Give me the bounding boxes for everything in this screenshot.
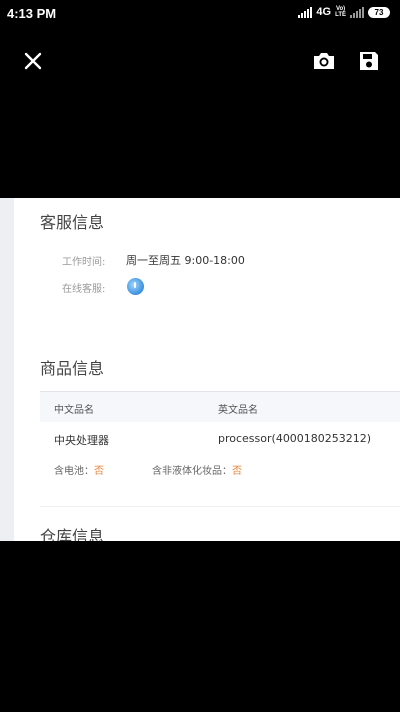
online-service-label: 在线客服: — [62, 284, 106, 295]
battery-flag-label: 含电池： — [54, 466, 94, 477]
status-time: 4:13 PM — [7, 6, 57, 21]
status-bar: 4:13 PM 4G Vo) LTE 73 — [0, 0, 400, 30]
header-en-name: 英文品名 — [218, 405, 258, 416]
close-icon — [24, 52, 42, 70]
save-button[interactable] — [356, 48, 382, 74]
volte-indicator: Vo) LTE — [335, 6, 346, 18]
battery-flag: 含电池：否 — [54, 462, 104, 477]
volte-bottom: LTE — [335, 12, 346, 18]
warehouse-heading: 仓库信息 — [40, 527, 105, 541]
save-icon — [360, 52, 378, 70]
product-heading: 商品信息 — [40, 359, 105, 378]
cell-en-name: processor(4000180253212) — [218, 432, 372, 445]
header-cn-name: 中文品名 — [54, 405, 94, 416]
online-chat-icon — [127, 278, 144, 295]
signal-icon — [298, 6, 313, 18]
close-button[interactable] — [20, 48, 46, 74]
status-icons: 4G Vo) LTE 73 — [298, 6, 390, 18]
work-hours-label: 工作时间: — [62, 257, 106, 268]
table-header: 中文品名 英文品名 — [40, 392, 400, 422]
network-type: 4G — [316, 6, 332, 18]
battery-icon: 73 — [368, 6, 390, 18]
top-toolbar — [0, 40, 400, 80]
battery-flag-value: 否 — [94, 466, 104, 477]
work-hours-value: 周一至周五 9:00-18:00 — [126, 254, 245, 267]
cell-cn-name: 中央处理器 — [54, 434, 109, 447]
liquid-flag-value: 否 — [232, 466, 242, 477]
camera-icon — [314, 53, 334, 69]
signal-icon-2 — [350, 6, 364, 18]
photo-preview: 客服信息 工作时间: 周一至周五 9:00-18:00 在线客服: 商品信息 中… — [0, 198, 400, 541]
camera-button[interactable] — [311, 48, 337, 74]
liquid-flag-label: 含非液体化妆品： — [152, 466, 232, 477]
section-divider — [40, 506, 400, 507]
battery-level: 73 — [374, 7, 384, 17]
product-table: 中文品名 英文品名 中央处理器 processor(4000180253212) — [40, 391, 400, 452]
page-margin — [0, 198, 14, 541]
liquid-cosmetics-flag: 含非液体化妆品：否 — [152, 462, 242, 477]
customer-service-heading: 客服信息 — [40, 213, 105, 232]
